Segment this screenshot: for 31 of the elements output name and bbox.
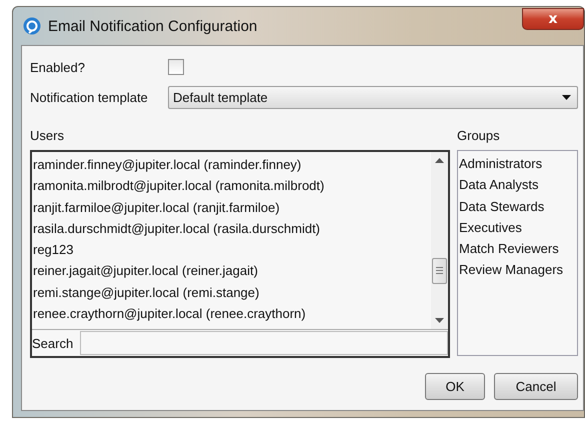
group-item[interactable]: Review Managers: [458, 259, 577, 281]
close-button[interactable]: x: [522, 8, 584, 30]
search-field[interactable]: [80, 331, 448, 355]
field-label: Enabled?: [30, 60, 86, 74]
user-item[interactable]: ranjit.farmiloe@jupiter.local (ranjit.farmiloe): [32, 196, 431, 218]
group-item[interactable]: Executives: [458, 216, 577, 238]
user-item[interactable]: raminder.finney@jupiter.local (raminder.finney): [32, 154, 431, 176]
ok-button[interactable]: OK: [425, 373, 485, 400]
template-dropdown[interactable]: Default template: [168, 86, 578, 108]
user-item[interactable]: reiner.jagait@jupiter.local (reiner.jagait): [32, 260, 431, 282]
scrollbar[interactable]: [431, 152, 448, 329]
group-item[interactable]: Match Reviewers: [458, 238, 577, 260]
group-item[interactable]: Administrators: [458, 153, 577, 174]
users-label: Users: [30, 128, 65, 145]
search-label: Search: [32, 336, 74, 350]
user-item[interactable]: renee.craythorn@jupiter.local (renee.craythorn): [32, 303, 431, 324]
group-item[interactable]: Data Stewards: [458, 196, 577, 217]
user-item[interactable]: rasila.durschmidt@jupiter.local (rasila.durschmidt): [32, 218, 431, 240]
scroll-up-icon[interactable]: [435, 158, 444, 163]
user-item[interactable]: remi.stange@jupiter.local (remi.stange): [32, 282, 431, 304]
enabled-checkbox[interactable]: [168, 59, 184, 75]
groups-label: Groups: [457, 128, 501, 145]
window-title: Email Notification Configuration: [48, 18, 258, 34]
group-item[interactable]: Data Analysts: [458, 174, 577, 196]
scroll-down-icon[interactable]: [435, 318, 444, 323]
cancel-button[interactable]: Cancel: [494, 373, 578, 400]
user-item[interactable]: ramonita.milbrodt@jupiter.local (ramonita.milbrodt): [32, 175, 431, 197]
user-item[interactable]: reg123: [32, 239, 431, 260]
field-label: Notification template: [30, 90, 149, 104]
caret-icon: [562, 94, 571, 100]
app-icon: [23, 17, 41, 35]
